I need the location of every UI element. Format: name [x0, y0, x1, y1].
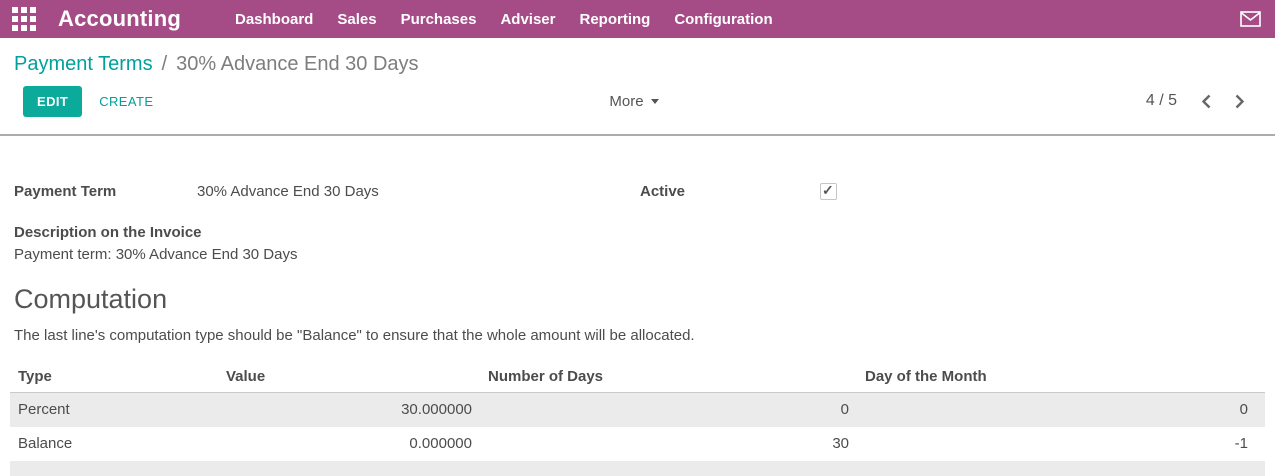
toolbar-buttons: EDIT CREATE: [23, 86, 609, 117]
table-row[interactable]: Balance 0.000000 30 -1: [10, 427, 1265, 461]
column-header-days[interactable]: Number of Days: [480, 361, 857, 393]
active-checkbox[interactable]: [820, 183, 837, 200]
breadcrumb-separator: /: [162, 53, 168, 76]
control-panel: Payment Terms / 30% Advance End 30 Days …: [0, 38, 1275, 136]
breadcrumb: Payment Terms / 30% Advance End 30 Days: [0, 38, 1275, 76]
payment-term-value: 30% Advance End 30 Days: [197, 183, 379, 200]
nav-item-purchases[interactable]: Purchases: [389, 11, 489, 28]
nav-item-configuration[interactable]: Configuration: [662, 11, 784, 28]
chevron-left-icon: [1201, 94, 1211, 109]
cell-day-of-month[interactable]: 0: [857, 393, 1265, 427]
messages-envelope-icon[interactable]: [1240, 11, 1261, 27]
cell-day-of-month[interactable]: -1: [857, 427, 1265, 461]
table-row[interactable]: Percent 30.000000 0 0: [10, 393, 1265, 427]
field-description: Description on the Invoice Payment term:…: [14, 222, 1261, 266]
field-payment-term: Payment Term 30% Advance End 30 Days: [14, 183, 640, 200]
form-sheet: Payment Term 30% Advance End 30 Days Act…: [0, 136, 1275, 476]
navbar-right: [1240, 11, 1261, 27]
table-header-row: Type Value Number of Days Day of the Mon…: [10, 361, 1265, 393]
navbar-menu: Dashboard Sales Purchases Adviser Report…: [223, 11, 785, 28]
column-header-value[interactable]: Value: [218, 361, 480, 393]
more-label: More: [609, 93, 643, 110]
description-label: Description on the Invoice: [14, 222, 1261, 244]
chevron-right-icon: [1235, 94, 1245, 109]
cell-type[interactable]: Percent: [10, 393, 218, 427]
app-title[interactable]: Accounting: [58, 6, 181, 32]
cell-value[interactable]: 0.000000: [218, 427, 480, 461]
apps-grid-icon: [12, 7, 36, 31]
pager: 4 / 5: [659, 92, 1245, 110]
nav-item-reporting[interactable]: Reporting: [567, 11, 662, 28]
pager-previous-button[interactable]: [1201, 94, 1211, 109]
pager-count: 4 / 5: [1146, 92, 1177, 110]
apps-menu-button[interactable]: [0, 7, 48, 31]
computation-table-wrap: Type Value Number of Days Day of the Mon…: [10, 361, 1265, 476]
active-label: Active: [640, 183, 820, 200]
cell-days[interactable]: 30: [480, 427, 857, 461]
cell-type[interactable]: Balance: [10, 427, 218, 461]
create-button[interactable]: CREATE: [99, 94, 153, 109]
payment-term-label: Payment Term: [14, 183, 197, 200]
computation-section-title: Computation: [14, 284, 1261, 314]
nav-item-dashboard[interactable]: Dashboard: [223, 11, 325, 28]
breadcrumb-parent-link[interactable]: Payment Terms: [14, 53, 153, 76]
toolbar: EDIT CREATE More 4 / 5: [0, 81, 1275, 121]
table-row-empty: [10, 461, 1265, 476]
more-dropdown-button[interactable]: More: [609, 93, 658, 110]
description-value: Payment term: 30% Advance End 30 Days: [14, 246, 297, 263]
column-header-day-of-month[interactable]: Day of the Month: [857, 361, 1265, 393]
edit-button[interactable]: EDIT: [23, 86, 82, 117]
breadcrumb-current: 30% Advance End 30 Days: [176, 53, 418, 76]
nav-item-adviser[interactable]: Adviser: [488, 11, 567, 28]
chevron-down-icon: [651, 99, 659, 104]
computation-table: Type Value Number of Days Day of the Mon…: [10, 361, 1265, 476]
top-navbar: Accounting Dashboard Sales Purchases Adv…: [0, 0, 1275, 38]
nav-item-sales[interactable]: Sales: [325, 11, 388, 28]
pager-next-button[interactable]: [1235, 94, 1245, 109]
column-header-type[interactable]: Type: [10, 361, 218, 393]
field-active: Active: [640, 183, 837, 200]
cell-days[interactable]: 0: [480, 393, 857, 427]
computation-note: The last line's computation type should …: [14, 327, 1261, 344]
field-row: Payment Term 30% Advance End 30 Days Act…: [14, 183, 1261, 200]
cell-value[interactable]: 30.000000: [218, 393, 480, 427]
